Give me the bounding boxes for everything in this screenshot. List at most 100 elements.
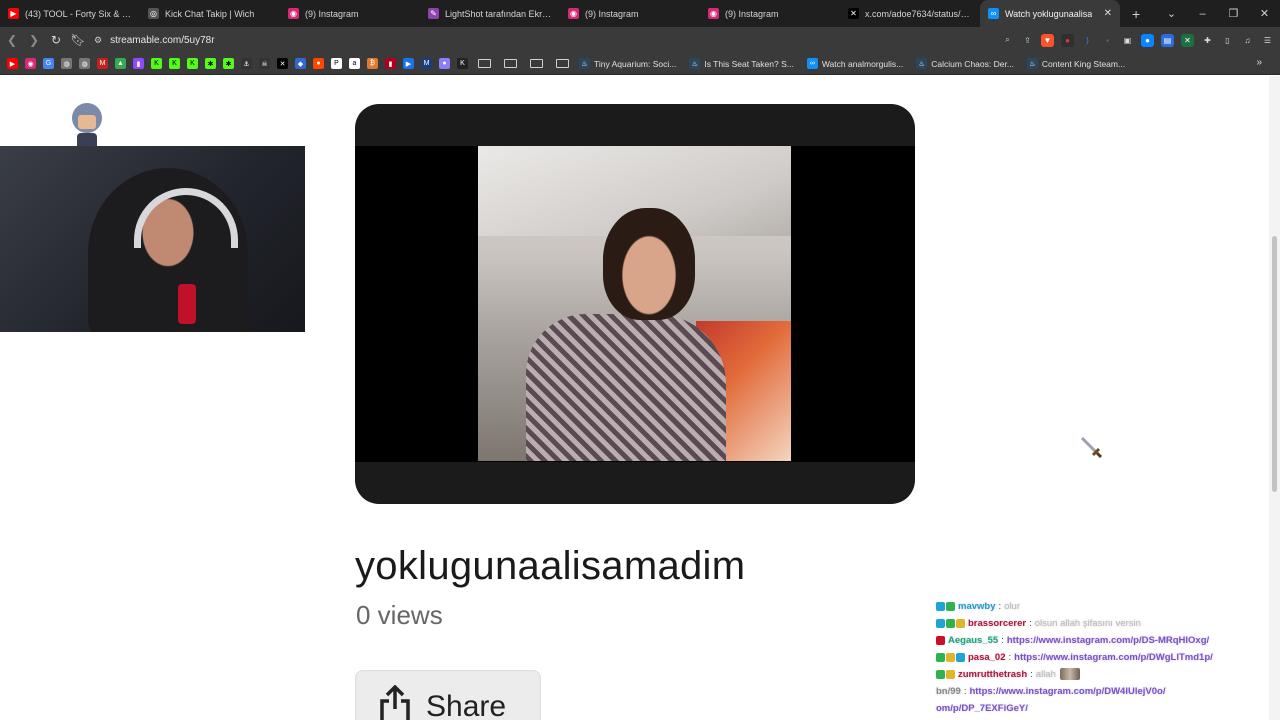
tab-title: (9) Instagram bbox=[725, 8, 779, 19]
scrollbar-thumb[interactable] bbox=[1272, 236, 1277, 492]
video-thumbnail[interactable] bbox=[478, 146, 791, 461]
chat-message: brassorcerer : olsun allah şifasını vers… bbox=[936, 615, 1141, 631]
bookmark-label: Tiny Aquarium: Soci... bbox=[594, 58, 677, 69]
bookmark-tiny-aquarium[interactable]: ♨ Tiny Aquarium: Soci... bbox=[579, 58, 676, 69]
bookmark-page-icon[interactable]: 🔖︎ bbox=[68, 33, 88, 47]
p-icon[interactable]: P bbox=[331, 58, 342, 69]
drive-icon[interactable]: ▲ bbox=[115, 58, 126, 69]
bookmark-calcium-chaos[interactable]: ♨ Calcium Chaos: Der... bbox=[916, 58, 1014, 69]
kick-icon[interactable]: ✱ bbox=[223, 58, 234, 69]
extensions-puzzle-icon[interactable]: ✚ bbox=[1201, 34, 1214, 47]
bookmark-seat-taken[interactable]: ♨ Is This Seat Taken? S... bbox=[689, 58, 794, 69]
reddit-icon[interactable]: ● bbox=[313, 58, 324, 69]
site-info-icon[interactable]: ⚙ bbox=[94, 35, 102, 46]
chat-separator: : bbox=[1029, 617, 1032, 629]
tab-title: x.com/adoe7634/status/19253 bbox=[865, 8, 972, 19]
tab-kick-chat[interactable]: ◎ Kick Chat Takip | Wich bbox=[140, 0, 280, 27]
globe-icon[interactable]: ● bbox=[439, 58, 450, 69]
chat-separator: : bbox=[1001, 634, 1004, 646]
page-scrollbar[interactable] bbox=[1269, 76, 1280, 720]
globe-icon[interactable]: ◍ bbox=[79, 58, 90, 69]
folder-icon[interactable] bbox=[504, 59, 517, 68]
kick-icon[interactable]: ✱ bbox=[205, 58, 216, 69]
chat-message: zumrutthetrash : allah bbox=[936, 666, 1080, 682]
folder-icon[interactable] bbox=[556, 59, 569, 68]
tab-instagram-2[interactable]: ◉ (9) Instagram bbox=[560, 0, 700, 27]
chat-link[interactable]: om/p/DP_7EXFiGeY/ bbox=[936, 703, 1028, 714]
chat-badges bbox=[936, 618, 965, 628]
chat-username: brassorcerer bbox=[968, 617, 1027, 629]
extension-icon[interactable]: ▤ bbox=[1161, 33, 1174, 47]
twitch-icon[interactable]: ▮ bbox=[133, 58, 144, 69]
anchor-icon[interactable]: ⚓ bbox=[241, 58, 252, 69]
chat-overlay: mavwby : olur brassorcerer : olsun allah… bbox=[936, 584, 1236, 720]
tab-x-status[interactable]: ✕ x.com/adoe7634/status/19253 bbox=[840, 0, 980, 27]
forward-button[interactable]: ❯ bbox=[24, 33, 44, 47]
coin-icon[interactable]: ₿ bbox=[367, 58, 378, 69]
bookmark-watch[interactable]: ∞ Watch analmorgulis... bbox=[806, 58, 903, 69]
extension-icon[interactable]: K bbox=[457, 58, 468, 69]
chat-badges bbox=[936, 652, 965, 662]
tab-title: (43) TOOL - Forty Six & 2 (Offi bbox=[25, 8, 132, 19]
extension-icon[interactable]: ) bbox=[1081, 34, 1094, 47]
maximize-button[interactable]: ❐ bbox=[1218, 7, 1249, 20]
x-icon[interactable]: ✕ bbox=[277, 58, 288, 69]
kick-icon[interactable]: K bbox=[187, 58, 198, 69]
tab-strip: ▶ (43) TOOL - Forty Six & 2 (Offi ◎ Kick… bbox=[0, 0, 1280, 27]
translate-icon[interactable]: G bbox=[43, 58, 54, 69]
share-button[interactable]: Share bbox=[355, 670, 541, 720]
extension-icon[interactable]: ● bbox=[1061, 33, 1074, 47]
bookmark-icon[interactable]: ▮ bbox=[385, 58, 396, 69]
skull-icon[interactable]: ☠ bbox=[259, 58, 270, 69]
folder-icon[interactable] bbox=[478, 59, 491, 68]
share-page-icon[interactable]: ⇪ bbox=[1021, 34, 1034, 47]
video-player[interactable] bbox=[355, 104, 915, 504]
tab-streamable-active[interactable]: ∞ Watch yoklugunaalisa ✕ bbox=[980, 0, 1120, 27]
youtube-icon[interactable]: ▶ bbox=[7, 58, 18, 69]
instagram-icon: ◉ bbox=[568, 8, 579, 19]
close-window-button[interactable]: ✕ bbox=[1249, 7, 1280, 20]
back-button[interactable]: ❮ bbox=[2, 33, 22, 47]
menu-icon[interactable]: ☰ bbox=[1261, 34, 1274, 47]
extension-icon[interactable]: ● bbox=[1141, 33, 1154, 47]
close-tab-icon[interactable]: ✕ bbox=[1100, 8, 1112, 19]
chat-link[interactable]: https://www.instagram.com/p/DW4lUlejV0o/ bbox=[969, 686, 1165, 697]
new-tab-button[interactable]: + bbox=[1132, 6, 1140, 22]
tab-instagram-1[interactable]: ◉ (9) Instagram bbox=[280, 0, 420, 27]
tab-search-icon[interactable]: ⌄ bbox=[1156, 7, 1187, 20]
instagram-icon[interactable]: ◉ bbox=[25, 58, 36, 69]
globe-icon[interactable]: ◍ bbox=[61, 58, 72, 69]
sidebar-icon[interactable]: ▯ bbox=[1221, 34, 1234, 47]
video-frame[interactable] bbox=[355, 146, 915, 462]
amazon-icon[interactable]: a bbox=[349, 58, 360, 69]
kick-icon[interactable]: K bbox=[169, 58, 180, 69]
tab-youtube[interactable]: ▶ (43) TOOL - Forty Six & 2 (Offi bbox=[0, 0, 140, 27]
extension-icon[interactable]: ✕ bbox=[1181, 33, 1194, 47]
kick-icon[interactable]: K bbox=[151, 58, 162, 69]
minimize-button[interactable]: – bbox=[1187, 8, 1218, 20]
chat-message: mavwby : olur bbox=[936, 598, 1020, 614]
extension-icon[interactable]: ▪ bbox=[1101, 34, 1114, 47]
chat-text: olsun allah şifasını versin bbox=[1034, 617, 1141, 629]
mal-icon[interactable]: M bbox=[421, 58, 432, 69]
gmail-icon[interactable]: M bbox=[97, 58, 108, 69]
folder-icon[interactable] bbox=[530, 59, 543, 68]
brave-shield-icon[interactable]: ▼ bbox=[1041, 33, 1054, 47]
reload-button[interactable]: ↻ bbox=[46, 33, 66, 47]
tab-instagram-3[interactable]: ◉ (9) Instagram bbox=[700, 0, 840, 27]
tab-lightshot[interactable]: ✎ LightShot tarafından Ekran Gö bbox=[420, 0, 560, 27]
play-icon[interactable]: ▶ bbox=[403, 58, 414, 69]
chat-link[interactable]: https://www.instagram.com/p/DS-MRqHlOxg/ bbox=[1007, 635, 1209, 646]
url-text: streamable.com/5uy78r bbox=[110, 34, 215, 46]
bookmarks-overflow-icon[interactable]: » bbox=[1256, 57, 1262, 68]
bookmark-content-king[interactable]: ♨ Content King Steam... bbox=[1026, 58, 1125, 69]
media-control-icon[interactable]: ♫ bbox=[1241, 34, 1254, 47]
zoom-icon[interactable]: ⌕ bbox=[1001, 34, 1014, 47]
chat-separator: : bbox=[963, 685, 967, 697]
extension-icon[interactable]: ◆ bbox=[295, 58, 306, 69]
streamable-icon: ∞ bbox=[988, 8, 999, 19]
address-bar[interactable]: ⚙ streamable.com/5uy78r bbox=[88, 30, 1148, 50]
chat-link[interactable]: https://www.instagram.com/p/DWgLlTmd1p/ bbox=[1014, 652, 1213, 663]
globe-icon: ◎ bbox=[148, 8, 159, 19]
extension-icon[interactable]: ▣ bbox=[1121, 34, 1134, 47]
